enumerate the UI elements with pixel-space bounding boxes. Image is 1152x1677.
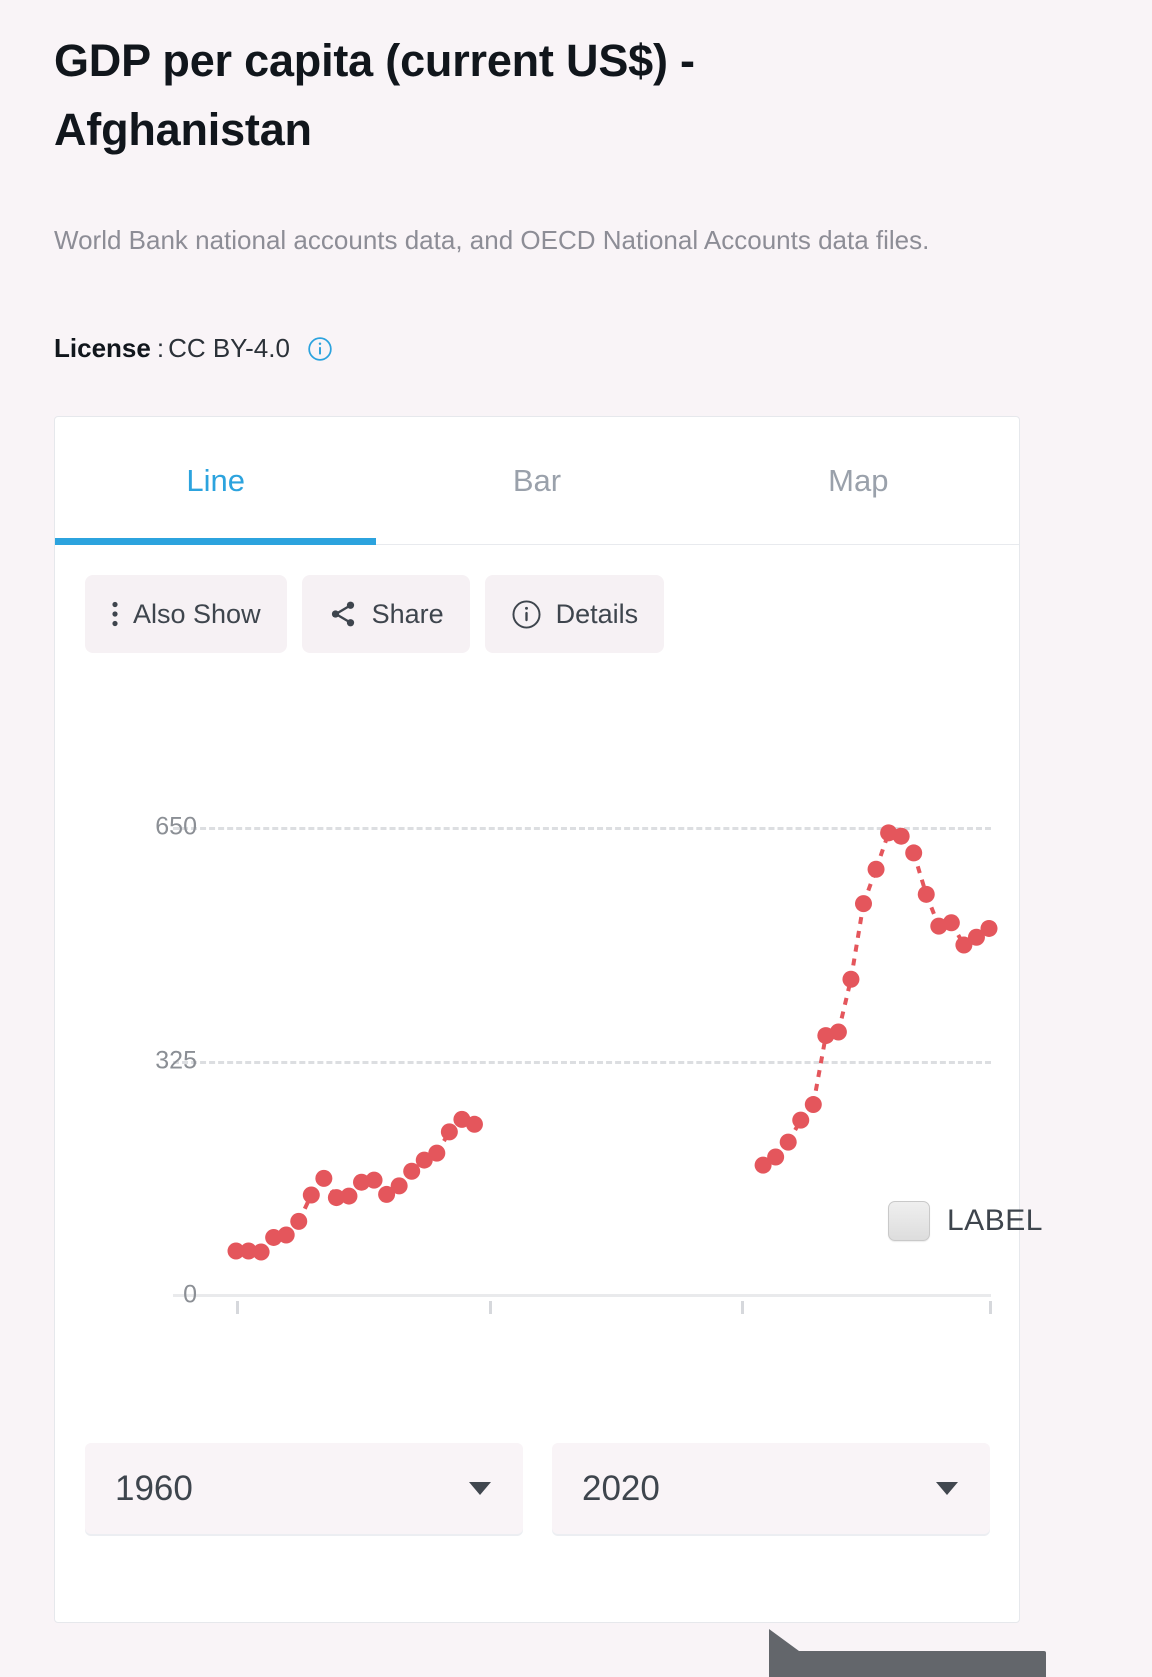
info-circle-icon[interactable]: [307, 336, 333, 362]
chart-legend: LABEL: [888, 1201, 1043, 1241]
also-show-label: Also Show: [133, 598, 261, 629]
details-label: Details: [555, 598, 639, 629]
chart-card: Line Bar Map Also Show Share Details 650…: [54, 416, 1046, 1677]
details-button[interactable]: Details: [484, 575, 665, 653]
line-chart: 650 325 0: [55, 677, 1021, 1417]
license-value: CC BY-4.0: [168, 333, 290, 363]
chevron-down-icon: [936, 1482, 958, 1495]
page-source-text: World Bank national accounts data, and O…: [54, 225, 930, 255]
chart-toolbar: Also Show Share Details: [85, 575, 665, 653]
share-icon: [328, 599, 358, 629]
share-label: Share: [371, 598, 444, 629]
tab-line-label: Line: [186, 462, 245, 498]
license-row: License : CC BY-4.0: [54, 333, 333, 364]
share-button[interactable]: Share: [301, 575, 470, 653]
page-root: GDP per capita (current US$) - Afghanist…: [0, 0, 1152, 1677]
view-tabs: Line Bar Map: [55, 417, 1019, 545]
also-show-button[interactable]: Also Show: [85, 575, 287, 653]
vertical-dots-icon: [111, 600, 119, 628]
year-from-select[interactable]: 1960: [85, 1443, 523, 1534]
data-point-tooltip: Afghanistan (2002) 179.427: [769, 1629, 1046, 1677]
tab-bar[interactable]: Bar: [376, 417, 697, 544]
legend-toggle-checkbox[interactable]: [888, 1201, 930, 1241]
year-to-select[interactable]: 2020: [552, 1443, 990, 1534]
tab-line[interactable]: Line: [55, 417, 377, 545]
year-range-controls: 1960 2020: [85, 1443, 991, 1534]
license-separator: :: [156, 333, 165, 363]
license-label: License: [54, 333, 151, 363]
tab-bar-label: Bar: [512, 462, 562, 498]
tab-map-label: Map: [828, 462, 889, 498]
year-from-value: 1960: [115, 1468, 193, 1508]
info-circle-icon: [511, 599, 542, 630]
year-to-value: 2020: [582, 1468, 660, 1508]
chevron-down-icon: [469, 1482, 491, 1495]
page-title: GDP per capita (current US$) - Afghanist…: [54, 35, 695, 155]
series-afghanistan: [227, 824, 998, 1261]
legend-label: LABEL: [947, 1204, 1043, 1237]
tab-map[interactable]: Map: [698, 417, 1019, 544]
